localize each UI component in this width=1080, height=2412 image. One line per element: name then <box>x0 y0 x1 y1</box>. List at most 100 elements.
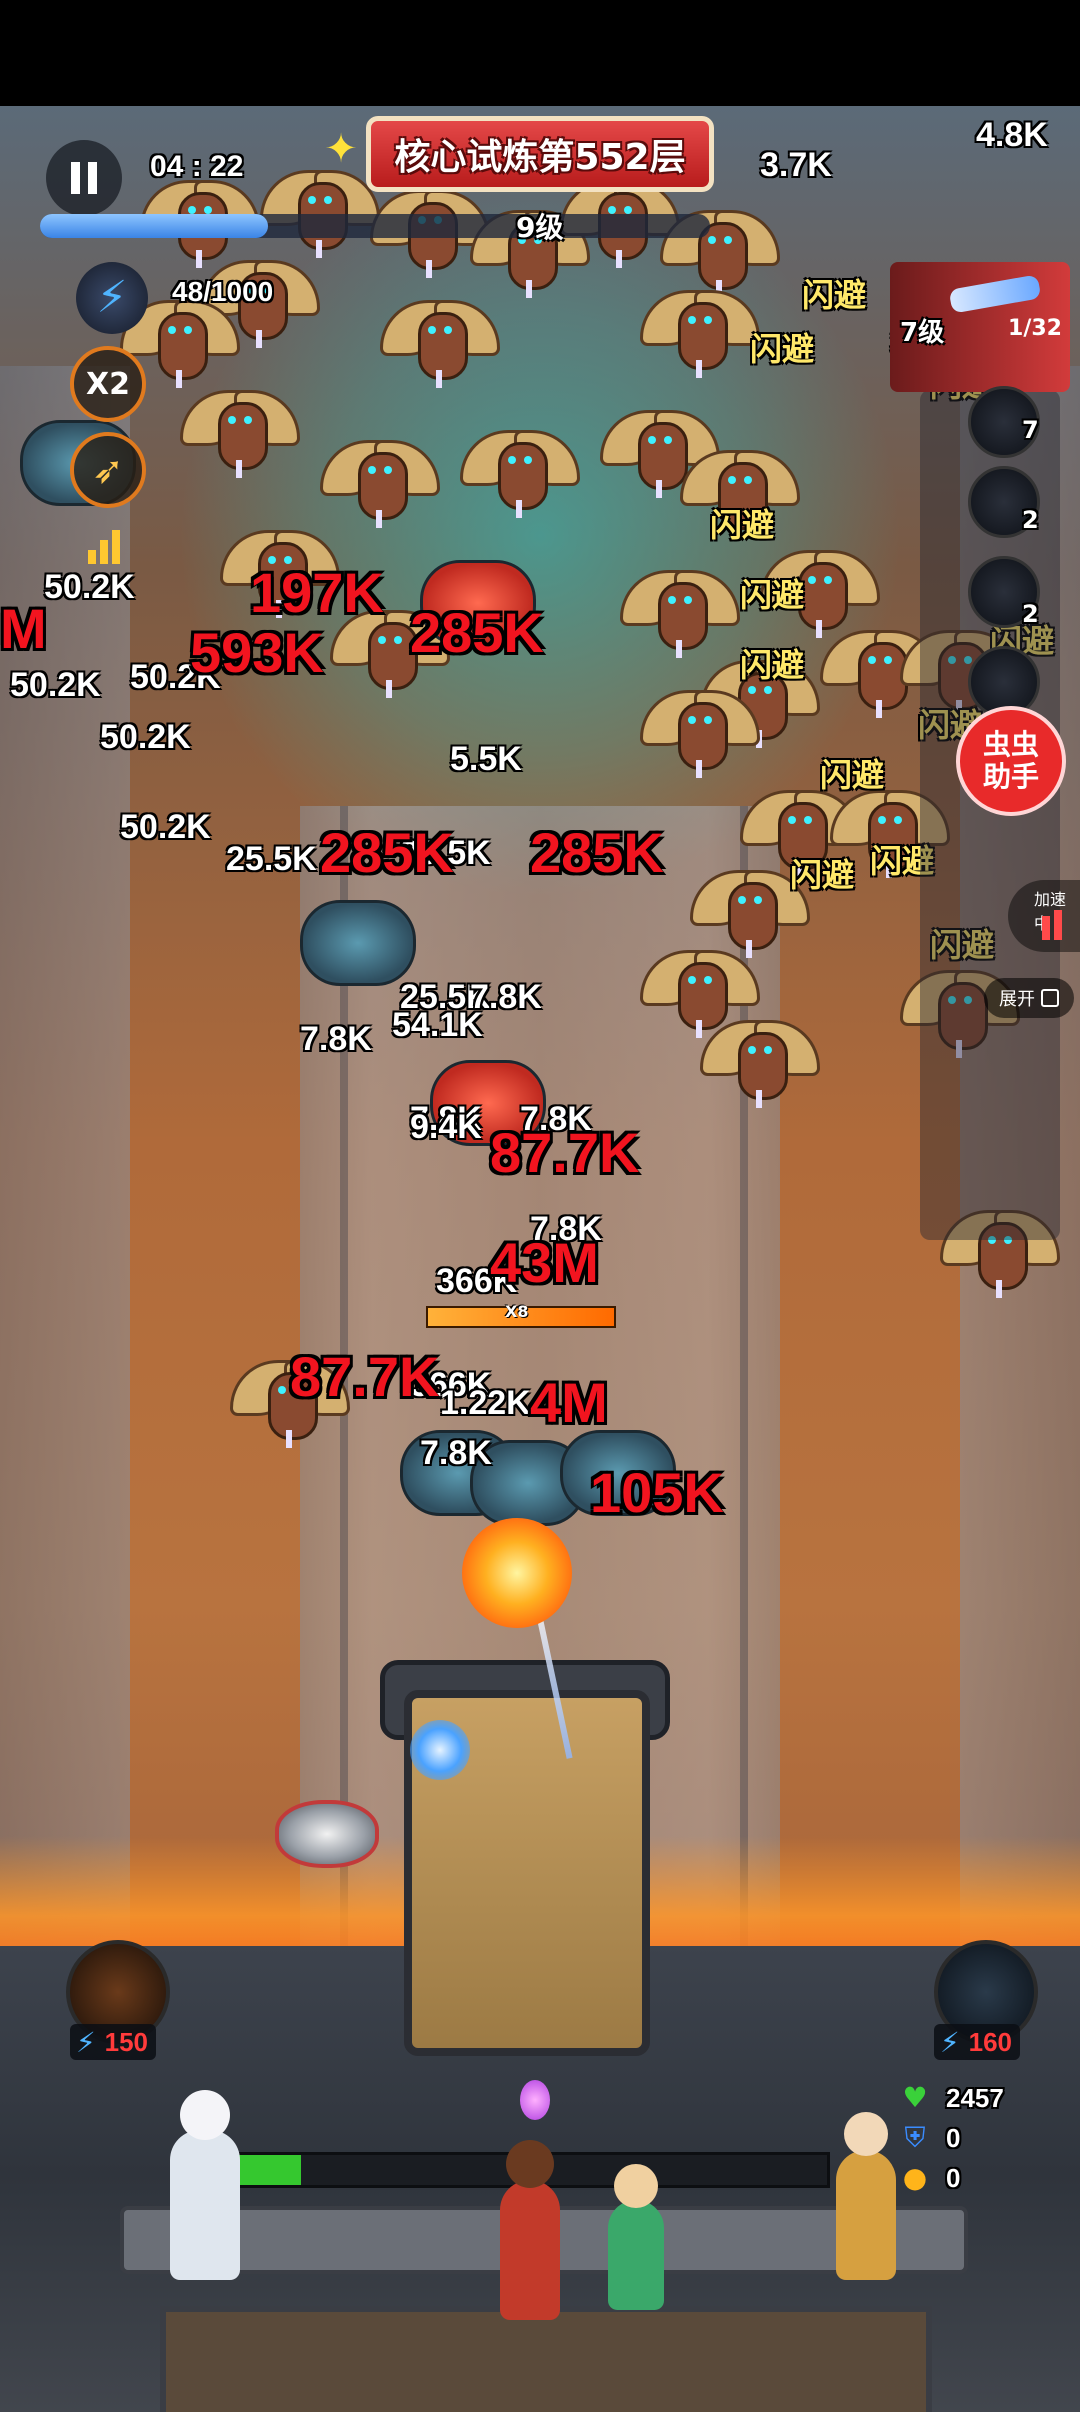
dodge-label: 闪避 <box>790 856 855 894</box>
speed-gauge-icon-bar <box>1054 910 1062 940</box>
pause-icon-bar <box>88 162 97 194</box>
helper-label-line1: 虫虫 <box>982 728 1039 761</box>
helper-label-line2: 助手 <box>982 760 1039 793</box>
weapon-slot-count: 2 <box>1022 600 1039 628</box>
shield-value: 0 <box>946 2122 961 2153</box>
damage-number: 25.5K <box>226 840 317 878</box>
xp-bar <box>40 214 710 238</box>
weapon-icon <box>948 274 1042 314</box>
bat-enemy <box>460 420 580 520</box>
bat-enemy <box>180 380 300 480</box>
skill-cost-right: ⚡ 160 <box>934 2024 1020 2060</box>
shield-icon: ⛨ <box>904 2121 926 2154</box>
pause-button[interactable] <box>46 140 122 216</box>
expand-icon <box>1041 989 1059 1007</box>
bat-enemy <box>260 160 380 260</box>
beast-enemy <box>300 900 416 986</box>
shield-stat: ⛨ 0 <box>900 2120 960 2156</box>
multiplier-label: X2 <box>85 366 130 402</box>
bat-enemy <box>640 280 760 380</box>
skill-cost-left: ⚡ 150 <box>70 2024 156 2060</box>
damage-number: 4.8K <box>976 116 1048 154</box>
gold-value: 0 <box>946 2162 961 2193</box>
gold-stat: ● 0 <box>900 2160 961 2196</box>
bar-chart-icon[interactable] <box>88 524 128 564</box>
critical-damage-number: 197K <box>250 561 384 624</box>
critical-damage-number: 285K <box>530 821 664 884</box>
coin-icon: ● <box>902 2161 928 2194</box>
skill-cost-left-value: 150 <box>104 2026 148 2057</box>
critical-damage-number: 285K <box>320 821 454 884</box>
speed-up-button[interactable]: 加速中 <box>1008 880 1080 952</box>
critical-damage-number: M <box>0 597 47 660</box>
lightning-icon: ⚡ <box>96 272 128 323</box>
damage-number: 50.2K <box>44 568 135 606</box>
hero-main <box>500 2140 560 2320</box>
heart-icon: ♥ <box>902 2081 928 2114</box>
stage-title: 核心试炼第552层 <box>394 137 686 178</box>
bat-enemy <box>380 290 500 390</box>
weapon-level: 7级 <box>900 318 945 348</box>
fireball-projectile <box>462 1518 572 1628</box>
energy-button[interactable]: ⚡ <box>76 262 148 334</box>
damage-number: 1.22K <box>440 1384 531 1422</box>
critical-damage-number: 43M <box>490 1231 599 1294</box>
speed-gauge-icon <box>1042 916 1050 940</box>
bat-enemy <box>700 1010 820 1110</box>
energy-counter: 48/1000 <box>172 276 274 307</box>
lightning-icon: ⚡ <box>76 2026 96 2059</box>
health-stat: ♥ 2457 <box>900 2080 1004 2116</box>
lightning-icon: ⚡ <box>940 2026 960 2059</box>
weapon-progress: 1/32 <box>1008 316 1062 341</box>
damage-number: 50.2K <box>100 718 191 756</box>
dodge-label: 闪避 <box>750 330 815 368</box>
critical-damage-number: 87.7K <box>290 1345 440 1408</box>
xp-bar-fill <box>40 214 268 238</box>
weapon-level-panel: 7级 1/32 <box>890 262 1070 392</box>
damage-number: 54.1K <box>392 1006 483 1044</box>
health-value: 2457 <box>946 2082 1004 2113</box>
magic-gem <box>520 2080 550 2120</box>
ammo-button[interactable]: ➶ <box>70 432 146 508</box>
base-floor <box>160 2306 932 2412</box>
damage-number: 3.7K <box>760 146 832 184</box>
damage-number: 9.4K <box>410 1108 482 1146</box>
damage-number: 50.2K <box>10 666 101 704</box>
critical-damage-number: 87.7K <box>490 1121 640 1184</box>
stage-title-banner: 核心试炼第552层 <box>366 116 714 192</box>
expand-button[interactable]: 展开 <box>984 978 1074 1018</box>
critical-damage-number: 285K <box>410 601 544 664</box>
skill-cost-right-value: 160 <box>968 2026 1012 2057</box>
dodge-label: 闪避 <box>710 506 775 544</box>
expand-label: 展开 <box>999 989 1035 1010</box>
bullet-icon: ➶ <box>92 448 124 492</box>
damage-number: 50.2K <box>120 808 211 846</box>
hero-gunner <box>170 2090 240 2280</box>
bat-enemy <box>320 430 440 530</box>
dodge-label: 闪避 <box>820 756 885 794</box>
weapon-slot-count: 7 <box>1022 416 1039 444</box>
player-level: 9级 <box>516 211 564 244</box>
pause-icon <box>71 162 80 194</box>
damage-number: 7.8K <box>420 1434 492 1472</box>
hero-witch <box>608 2164 664 2310</box>
critical-damage-number: 105K <box>590 1461 724 1524</box>
status-bar-area <box>0 0 1080 106</box>
energy-orb <box>410 1720 470 1780</box>
boss-multiplier: X8 <box>505 1302 529 1321</box>
timer: 04 : 22 <box>150 150 244 183</box>
hero-king <box>836 2112 896 2280</box>
damage-number: 5.5K <box>450 740 522 778</box>
dodge-label: 闪避 <box>740 576 805 614</box>
helper-button[interactable]: 虫虫 助手 <box>956 706 1066 816</box>
bat-enemy <box>640 680 760 780</box>
bat-enemy <box>620 560 740 660</box>
turret-drone <box>275 1800 379 1868</box>
sparkle-icon: ✦ <box>324 126 358 172</box>
damage-number: 7.8K <box>300 1020 372 1058</box>
critical-damage-number: 4M <box>530 1371 608 1434</box>
weapon-slot-count: 2 <box>1022 506 1039 534</box>
critical-damage-number: 593K <box>190 621 324 684</box>
dodge-label: 闪避 <box>802 276 867 314</box>
speed-multiplier-button[interactable]: X2 <box>70 346 146 422</box>
